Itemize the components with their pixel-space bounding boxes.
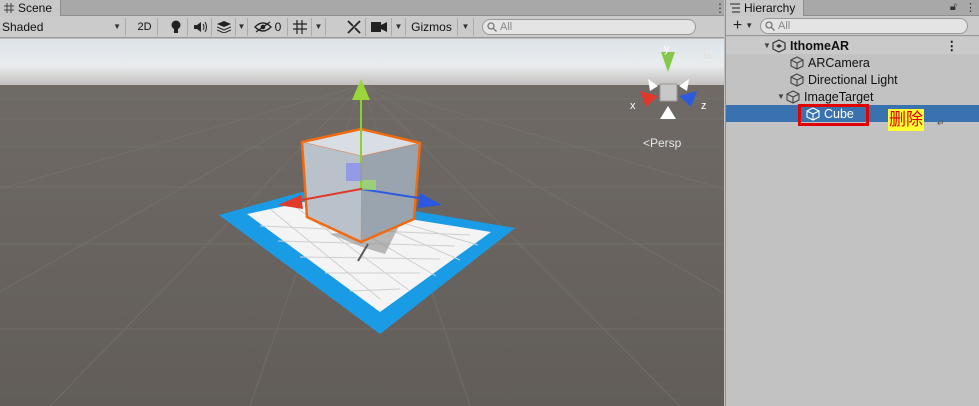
search-icon [487, 21, 497, 32]
hidden-objects-toggle[interactable]: 0 [248, 17, 288, 36]
hierarchy-toolbar: + ▼ All [726, 16, 979, 36]
delete-annotation: 删除 [888, 109, 924, 131]
lock-icon[interactable]: 🔓︎ [950, 1, 957, 14]
scene-tabbar: Scene ⋮ [0, 0, 724, 16]
light-bulb-icon [171, 20, 180, 33]
chevron-down-icon: ▼ [461, 22, 470, 31]
gizmos-button[interactable]: Gizmos [406, 17, 458, 36]
projection-label[interactable]: <Persp [643, 136, 681, 150]
tools-icon [346, 19, 361, 34]
search-icon [765, 20, 775, 31]
hidden-count: 0 [274, 19, 282, 34]
gizmo-orient-center[interactable] [659, 83, 678, 102]
grid-icon [4, 3, 14, 13]
effects-dropdown[interactable]: ▼ [236, 17, 248, 36]
tab-scene[interactable]: Scene [0, 0, 62, 16]
add-label: + [732, 16, 743, 34]
hierarchy-scene-root[interactable]: ▼ IthomeAR ⋮ [726, 37, 979, 54]
lighting-toggle[interactable] [164, 17, 188, 36]
axis-y-label: y [664, 43, 670, 55]
gameobject-icon [786, 89, 800, 104]
gizmo-plane-handle[interactable] [362, 180, 376, 190]
hierarchy-item-label: Directional Light [808, 72, 898, 87]
camera-toggle[interactable] [366, 17, 392, 36]
hierarchy-item[interactable]: ARCamera [726, 54, 979, 71]
sky-background [0, 39, 724, 87]
gizmos-label: Gizmos [411, 19, 452, 34]
hierarchy-search-placeholder: All [778, 19, 791, 32]
tab-scene-label: Scene [18, 1, 53, 15]
axis-z-label: z [701, 100, 707, 112]
scene-toolbar: Shaded ▼ 2D ▼ 0 ▼ ▼ Gizmos ▼ All [0, 16, 724, 38]
tab-hierarchy[interactable]: Hierarchy [726, 0, 805, 16]
scene-name: IthomeAR [790, 38, 850, 53]
tab-hierarchy-label: Hierarchy [744, 1, 796, 15]
layers-icon [216, 20, 231, 33]
scene-menu-icon[interactable]: ⋮ [946, 38, 959, 53]
scene-menu-icon[interactable]: ⋮ [714, 2, 724, 14]
hierarchy-menu-icon[interactable]: ⋮ [965, 1, 976, 14]
video-camera-icon [370, 21, 387, 32]
scene-search-placeholder: All [500, 20, 513, 33]
hierarchy-item-label: ImageTarget [804, 89, 874, 104]
camera-dropdown[interactable]: ▼ [392, 17, 406, 36]
shading-mode-dropdown[interactable]: Shaded ▼ [0, 17, 126, 36]
scene-canvas[interactable]: y x z [0, 39, 724, 406]
gizmos-dropdown[interactable]: ▼ [458, 17, 474, 36]
hierarchy-item[interactable]: ▼ ImageTarget [726, 88, 979, 105]
gameobject-icon [790, 55, 804, 70]
return-mark-icon: ↵ [937, 118, 945, 128]
unity-scene-icon [772, 38, 786, 53]
gameobject-icon [790, 72, 804, 87]
chevron-down-icon: ▼ [394, 22, 403, 31]
hierarchy-item[interactable]: Directional Light [726, 71, 979, 88]
hierarchy-tabbar: Hierarchy 🔓︎ ⋮ [726, 0, 979, 16]
add-object-button[interactable]: + ▼ [726, 17, 760, 35]
hierarchy-panel: Hierarchy 🔓︎ ⋮ + ▼ All ▼ IthomeAR ⋮ ARCa… [725, 0, 979, 406]
tools-toggle[interactable] [342, 17, 366, 36]
axis-x-label: x [630, 100, 636, 112]
chevron-down-icon: ▼ [745, 21, 754, 30]
mode-2d-toggle[interactable]: 2D [132, 17, 158, 36]
expand-arrow-icon[interactable]: ▼ [762, 41, 772, 50]
grid-snap-icon [292, 19, 307, 34]
eye-slash-icon [253, 20, 272, 33]
chevron-down-icon: ▼ [237, 22, 246, 31]
hierarchy-item-label: ARCamera [808, 55, 870, 70]
speaker-icon [193, 21, 207, 32]
highlight-box [798, 104, 869, 126]
shading-mode-value: Shaded [2, 19, 44, 34]
effects-toggle[interactable] [212, 17, 236, 36]
hierarchy-search-input[interactable]: All [760, 17, 968, 34]
mode-2d-label: 2D [137, 20, 152, 33]
scene-search-input[interactable]: All [482, 18, 696, 35]
list-icon [730, 3, 740, 13]
scene-viewport[interactable]: y x z <Persp [0, 39, 724, 406]
audio-toggle[interactable] [188, 17, 212, 36]
grid-dropdown[interactable]: ▼ [312, 17, 326, 36]
chevron-down-icon: ▼ [314, 22, 323, 31]
chevron-down-icon: ▼ [113, 22, 121, 31]
grid-toggle[interactable] [288, 17, 312, 36]
expand-arrow-icon[interactable]: ▼ [776, 92, 786, 101]
gizmo-plane-handle[interactable] [346, 163, 362, 181]
scene-panel: Scene ⋮ Shaded ▼ 2D ▼ 0 ▼ ▼ Gizmos ▼ All… [0, 0, 724, 406]
